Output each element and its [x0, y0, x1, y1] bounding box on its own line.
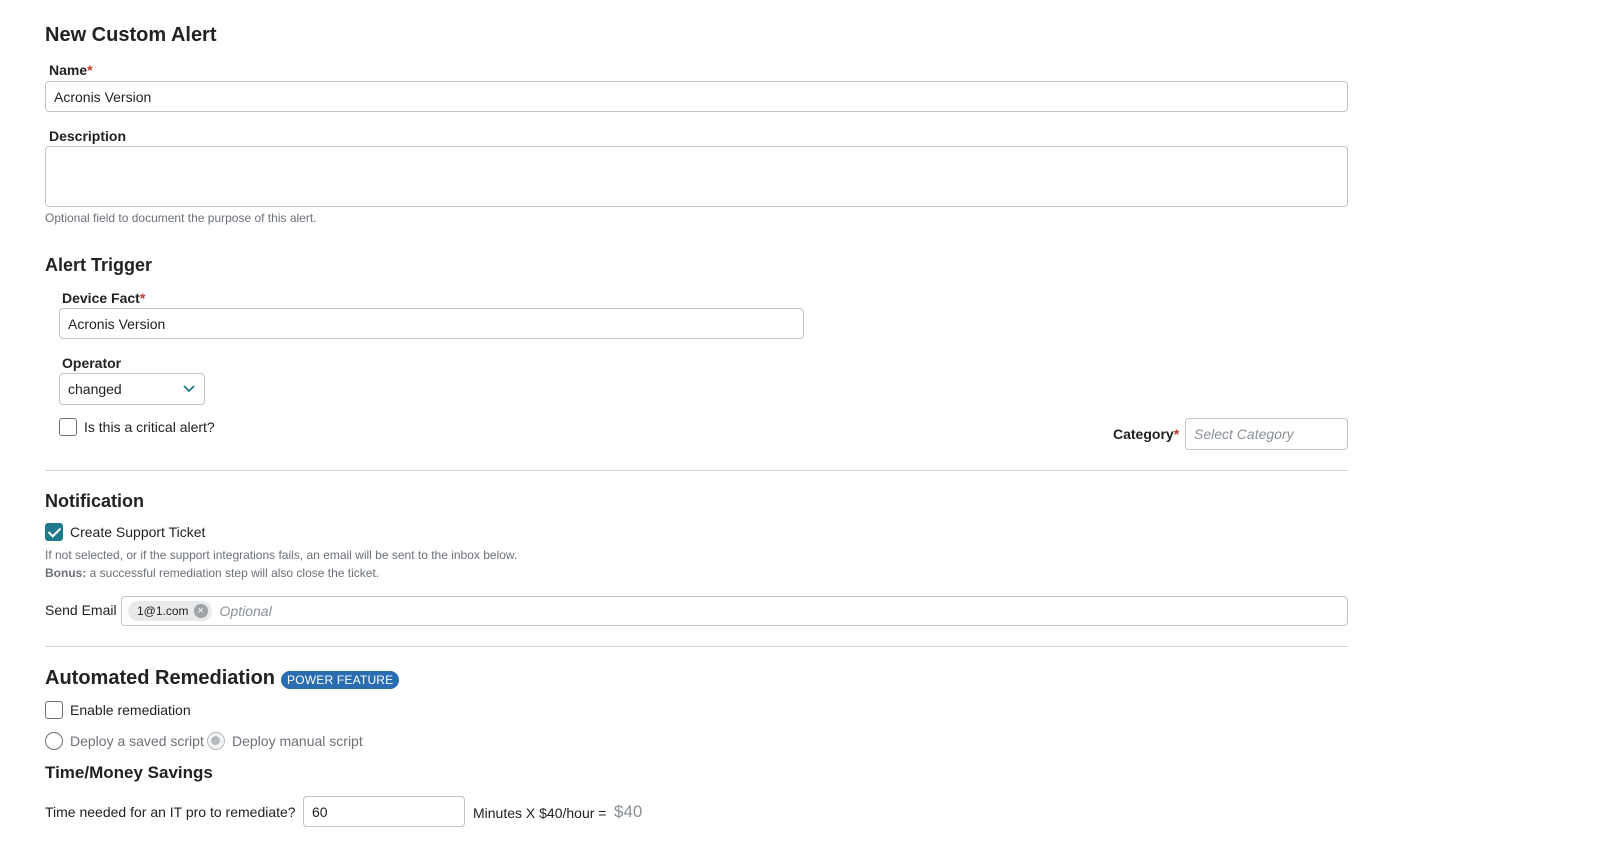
manual-script-radio[interactable] — [207, 732, 225, 750]
category-select[interactable]: Select Category — [1185, 418, 1348, 450]
name-input[interactable] — [45, 81, 1348, 112]
send-email-field[interactable]: 1@1.com × Optional — [121, 596, 1348, 626]
saved-script-option[interactable]: Deploy a saved script — [45, 732, 204, 750]
enable-remediation-row[interactable]: Enable remediation — [45, 701, 191, 719]
notification-help: If not selected, or if the support integ… — [45, 548, 518, 562]
category-placeholder: Select Category — [1194, 426, 1294, 442]
name-label: Name* — [49, 62, 93, 78]
savings-heading: Time/Money Savings — [45, 763, 213, 782]
email-chip: 1@1.com × — [128, 601, 212, 621]
critical-alert-label: Is this a critical alert? — [84, 419, 215, 435]
manual-script-label: Deploy manual script — [232, 733, 363, 749]
category-label: Category* — [1113, 426, 1180, 442]
power-feature-badge: POWER FEATURE — [281, 671, 400, 689]
device-fact-label: Device Fact* — [62, 290, 146, 306]
section-divider — [45, 470, 1348, 471]
critical-alert-row[interactable]: Is this a critical alert? — [59, 418, 215, 436]
savings-question: Time needed for an IT pro to remediate? — [45, 804, 296, 820]
critical-alert-checkbox[interactable] — [59, 418, 77, 436]
page-title: New Custom Alert — [45, 24, 217, 46]
rate-text: Minutes X $40/hour = — [473, 805, 607, 821]
description-textarea[interactable] — [45, 146, 1348, 207]
alert-trigger-heading: Alert Trigger — [45, 255, 153, 275]
minutes-input[interactable] — [303, 796, 465, 827]
required-mark: * — [1173, 426, 1180, 442]
remove-chip-icon[interactable]: × — [193, 604, 208, 618]
section-divider — [45, 646, 1348, 647]
bonus-help: Bonus: a successful remediation step wil… — [45, 566, 379, 580]
description-label: Description — [49, 128, 127, 144]
support-ticket-row[interactable]: Create Support Ticket — [45, 523, 205, 541]
send-email-label: Send Email — [45, 602, 117, 618]
operator-select[interactable]: changed — [59, 373, 205, 405]
device-fact-input[interactable] — [59, 308, 804, 339]
manual-script-option[interactable]: Deploy manual script — [207, 732, 363, 750]
saved-script-radio[interactable] — [45, 732, 63, 750]
notification-heading: Notification — [45, 491, 144, 511]
email-chip-label: 1@1.com — [137, 604, 189, 618]
enable-remediation-label: Enable remediation — [70, 702, 191, 718]
support-ticket-label: Create Support Ticket — [70, 524, 206, 540]
description-help: Optional field to document the purpose o… — [45, 211, 317, 225]
enable-remediation-checkbox[interactable] — [45, 701, 63, 719]
required-mark: * — [139, 290, 146, 306]
required-mark: * — [87, 62, 93, 78]
savings-total: $40 — [614, 802, 643, 821]
chevron-down-icon — [183, 385, 195, 393]
operator-value: changed — [68, 381, 122, 397]
send-email-placeholder: Optional — [219, 603, 272, 619]
bonus-text: a successful remediation step will also … — [86, 566, 380, 580]
support-ticket-checkbox[interactable] — [45, 523, 63, 541]
saved-script-label: Deploy a saved script — [70, 733, 204, 749]
remediation-heading: Automated Remediation — [45, 667, 276, 689]
bonus-label: Bonus: — [45, 566, 87, 580]
operator-label: Operator — [62, 355, 122, 371]
